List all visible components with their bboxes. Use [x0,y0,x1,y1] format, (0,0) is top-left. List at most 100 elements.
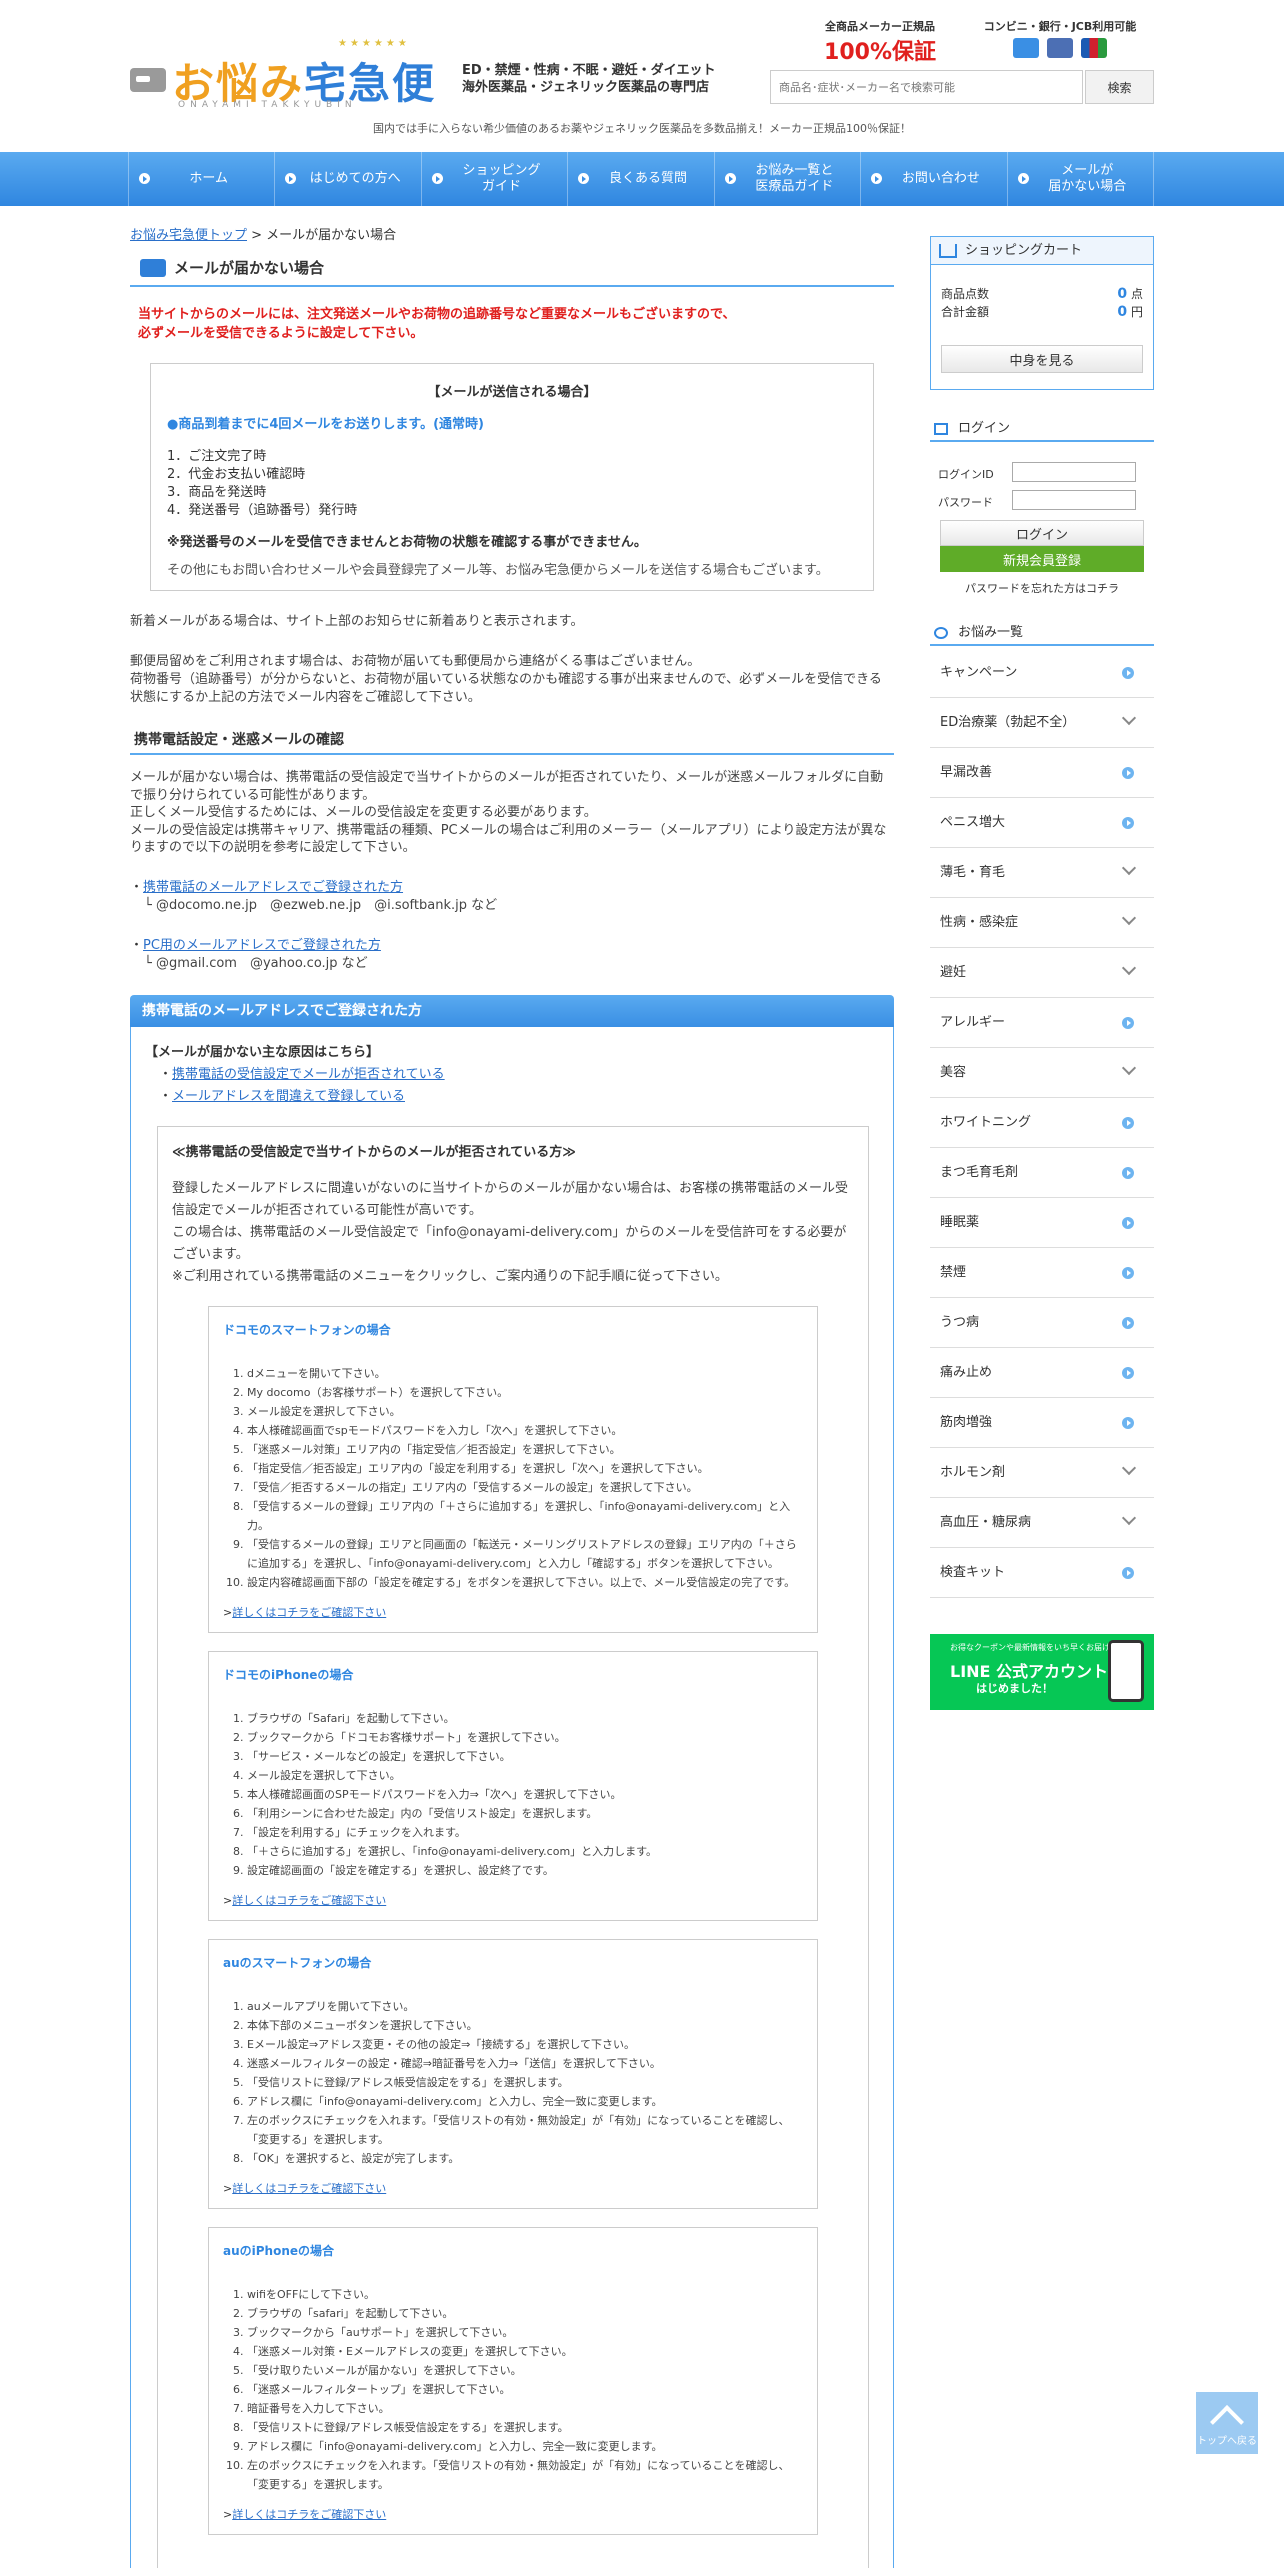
category-item[interactable]: 性病・感染症 [930,898,1154,948]
category-label: 筋肉増強 [940,1415,993,1430]
guarantee-title: 全商品メーカー正規品 [825,20,935,33]
category-item[interactable]: アレルギー [930,998,1154,1048]
line-banner[interactable]: お得なクーポンや最新情報をいち早くお届け！ LINE 公式アカウント はじめまし… [930,1634,1154,1710]
nav-item-6[interactable]: メールが 届かない場合 [1008,152,1154,206]
carrier-steps: ブラウザの「Safari」を起動して下さい。ブックマークから「ドコモお客様サポー… [223,1709,803,1880]
site-logo[interactable]: ★★★★★★ お悩み宅急便 ONAYAMI TAKKYUBIN [128,30,448,110]
box-highlight: ●商品到着までに4回メールをお送りします。(通常時) [167,417,484,432]
carrier-title: auのiPhoneの場合 [223,2243,335,2258]
cart-count-row: 商品点数 0 点 [941,285,1143,302]
carrier-step: Eメール設定⇒アドレス変更・その他の設定⇒「接続する」を選択して下さい。 [247,2035,803,2054]
global-nav-list: ホーム はじめての方へ ショッピング ガイド 良くある質問 お悩み一覧と 医療品ガイド お… [128,152,1154,206]
category-item[interactable]: 早漏改善 [930,748,1154,798]
category-item[interactable]: ペニス増大 [930,798,1154,848]
carrier-more-link[interactable]: 詳しくはコチラをご確認下さい [232,1894,386,1907]
box-strong-note: ※発送番号のメールを受信できませんとお荷物の状態を確認する事ができません。 [167,535,647,550]
info-paragraph-2b: 荷物番号（追跡番号）が分からないと、お荷物が届いている状態なのかも確認する事が出… [130,672,882,705]
search-input[interactable] [770,70,1083,104]
category-item[interactable]: 睡眠薬 [930,1198,1154,1248]
search-button[interactable]: 検索 [1085,70,1154,104]
nav-item-4[interactable]: お悩み一覧と 医療品ガイド [715,152,862,206]
login-heading: ログイン [930,420,1154,442]
nav-item-0[interactable]: ホーム [128,152,276,206]
warning-line-1: 当サイトからのメールには、注文発送メールやお荷物の追跡番号など重要なメールもござ… [138,307,736,322]
breadcrumb-current: > メールが届かない場合 [247,228,397,243]
category-item[interactable]: うつ病 [930,1298,1154,1348]
chevron-down-icon [1121,710,1137,726]
nav-item-3[interactable]: 良くある質問 [568,152,715,206]
cart-total: 0 [1117,304,1128,320]
register-button[interactable]: 新規会員登録 [940,546,1144,572]
category-item[interactable]: 高血圧・糖尿病 [930,1498,1154,1548]
category-label: ホルモン剤 [940,1465,1006,1480]
back-to-top-button[interactable]: トップへ戻る [1196,2392,1258,2454]
carrier-steps: auメールアプリを開いて下さい。本体下部のメニューボタンを選択して下さい。Eメー… [223,1997,803,2168]
carrier-step: 「受信するメールの登録」エリア内の「＋さらに追加する」を選択し、「info@on… [247,1497,803,1535]
carrier-step: 迷惑メールフィルターの設定・確認⇒暗証番号を入力⇒「送信」を選択して下さい。 [247,2054,803,2073]
chevron-down-icon [1121,1460,1137,1476]
carrier-step: メール設定を選択して下さい。 [247,1766,803,1785]
page-title-text: メールが届かない場合 [174,259,325,277]
category-list: キャンペーン ED治療薬（勃起不全） 早漏改善 ペニス増大 薄毛・育毛 性病・感染症 避妊ア… [930,648,1154,1598]
cause-link-rejected[interactable]: 携帯電話の受信設定でメールが拒否されている [172,1067,445,1082]
carrier-more-link[interactable]: 詳しくはコチラをご確認下さい [232,2182,386,2195]
login-id-input[interactable] [1012,462,1136,482]
nav-item-1[interactable]: はじめての方へ [275,152,422,206]
cause-link-wrong-address[interactable]: メールアドレスを間違えて登録している [172,1089,405,1104]
login-form: ログインID パスワード ログイン 新規会員登録 パスワードを忘れた方はコチラ [930,454,1154,604]
category-label: ホワイトニング [940,1115,1032,1130]
rejection-guide-text: 登録したメールアドレスに間違いがないのに当サイトからのメールが届かない場合は、お… [172,1178,854,1288]
chevron-down-icon [1121,860,1137,876]
category-item[interactable]: ED治療薬（勃起不全） [930,698,1154,748]
nav-item-2[interactable]: ショッピング ガイド [422,152,569,206]
pc-mail-link[interactable]: PC用のメールアドレスでご登録された方 [143,938,381,953]
nav-item-label: お問い合わせ [901,171,980,186]
arrow-right-icon [1122,1267,1134,1279]
box-title: 【メールが送信される場合】 [427,385,597,400]
stars-decoration: ★★★★★★ [338,38,410,49]
category-item[interactable]: ホワイトニング [930,1098,1154,1148]
arrow-right-icon [1122,767,1134,779]
password-input[interactable] [1012,490,1136,510]
category-item[interactable]: 美容 [930,1048,1154,1098]
line-banner-title: LINE 公式アカウント [950,1662,1109,1681]
mobile-link-block: ・携帯電話のメールアドレスでご登録された方 └ @docomo.ne.jp @e… [130,879,894,915]
category-item[interactable]: 薄毛・育毛 [930,848,1154,898]
login-icon [934,423,948,435]
carrier-step: 設定確認画面の「設定を確定する」を選択し、設定終了です。 [247,1861,803,1880]
nav-item-label: お悩み一覧と 医療品ガイド [755,163,834,194]
view-cart-button[interactable]: 中身を見る [941,345,1143,373]
nav-item-label: 良くある質問 [608,171,687,186]
carrier-more-link[interactable]: 詳しくはコチラをご確認下さい [232,1606,386,1619]
breadcrumb-home-link[interactable]: お悩み宅急便トップ [130,228,247,243]
category-item[interactable]: まつ毛育毛剤 [930,1148,1154,1198]
category-item[interactable]: 避妊 [930,948,1154,998]
category-item[interactable]: 痛み止め [930,1348,1154,1398]
carrier-step: wifiをOFFにして下さい。 [247,2285,803,2304]
nav-item-5[interactable]: お問い合わせ [861,152,1008,206]
category-item[interactable]: 検査キット [930,1548,1154,1598]
carrier-step: 「指定受信／拒否設定」エリア内の「設定を利用する」を選択し「次へ」を選択して下さ… [247,1459,803,1478]
arrow-right-icon [1122,1017,1134,1029]
carrier-more-link[interactable]: 詳しくはコチラをご確認下さい [232,2508,386,2521]
category-item[interactable]: キャンペーン [930,648,1154,698]
login-button[interactable]: ログイン [940,520,1144,546]
guarantee-badge: 全商品メーカー正規品 100%保証 [790,18,970,66]
header-notice: 国内では手に入らない希少価値のあるお薬やジェネリック医薬品を多数品揃え！メーカー… [373,122,911,135]
carrier-more: >詳しくはコチラをご確認下さい [223,1893,387,1907]
chevron-down-icon [1121,910,1137,926]
mobile-mail-link[interactable]: 携帯電話のメールアドレスでご登録された方 [143,880,403,895]
carrier-step: dメニューを開いて下さい。 [247,1364,803,1383]
catch-line-1: ED・禁煙・性病・不眠・避妊・ダイエット [462,63,716,78]
cart-icon [939,244,957,258]
settings-paragraph-b: 正しくメール受信するためには、メールの受信設定を変更する必要があります。 [130,805,597,820]
category-item[interactable]: ホルモン剤 [930,1448,1154,1498]
category-label: キャンペーン [940,665,1018,680]
forgot-password-link[interactable]: パスワードを忘れた方はコチラ [930,580,1154,596]
category-item[interactable]: 筋肉増強 [930,1398,1154,1448]
carrier-step: 本人様確認画面でspモードパスワードを入力し「次へ」を選択して下さい。 [247,1421,803,1440]
cart-count-unit: 点 [1127,287,1143,301]
cart-title: ショッピングカート [965,243,1083,258]
category-item[interactable]: 禁煙 [930,1248,1154,1298]
category-label: 高血圧・糖尿病 [940,1515,1032,1530]
